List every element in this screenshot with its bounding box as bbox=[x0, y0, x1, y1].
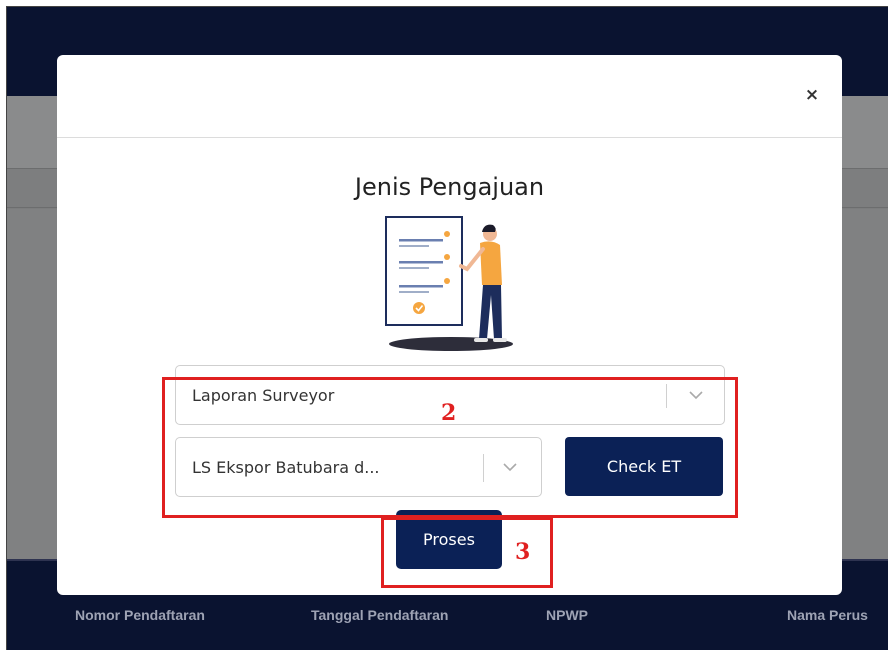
doc-line bbox=[399, 239, 443, 242]
person-arm bbox=[459, 247, 485, 272]
document-person-illustration bbox=[385, 216, 513, 351]
check-circle-icon bbox=[413, 302, 425, 314]
column-header-nama-perusahaan[interactable]: Nama Perus bbox=[787, 607, 868, 623]
column-header-tanggal-pendaftaran[interactable]: Tanggal Pendaftaran bbox=[311, 607, 448, 623]
doc-dot bbox=[444, 231, 450, 237]
doc-dot bbox=[444, 278, 450, 284]
doc-line bbox=[399, 285, 443, 288]
person-shoe bbox=[474, 338, 488, 342]
person-legs bbox=[479, 285, 502, 339]
person-shoe bbox=[493, 338, 507, 342]
annotation-label-step-2: 2 bbox=[441, 400, 457, 426]
close-icon[interactable]: × bbox=[802, 85, 822, 109]
column-header-npwp[interactable]: NPWP bbox=[546, 607, 588, 623]
annotation-box-step-2 bbox=[162, 377, 738, 518]
doc-line bbox=[399, 291, 429, 293]
doc-line bbox=[399, 267, 429, 269]
column-header-nomor-pendaftaran[interactable]: Nomor Pendaftaran bbox=[75, 607, 205, 623]
doc-dot bbox=[444, 254, 450, 260]
doc-line bbox=[399, 245, 429, 247]
modal-divider bbox=[57, 137, 842, 138]
doc-line bbox=[399, 261, 443, 264]
modal-title: Jenis Pengajuan bbox=[354, 173, 545, 201]
person-hair bbox=[482, 224, 496, 232]
annotation-label-step-3: 3 bbox=[515, 539, 531, 565]
